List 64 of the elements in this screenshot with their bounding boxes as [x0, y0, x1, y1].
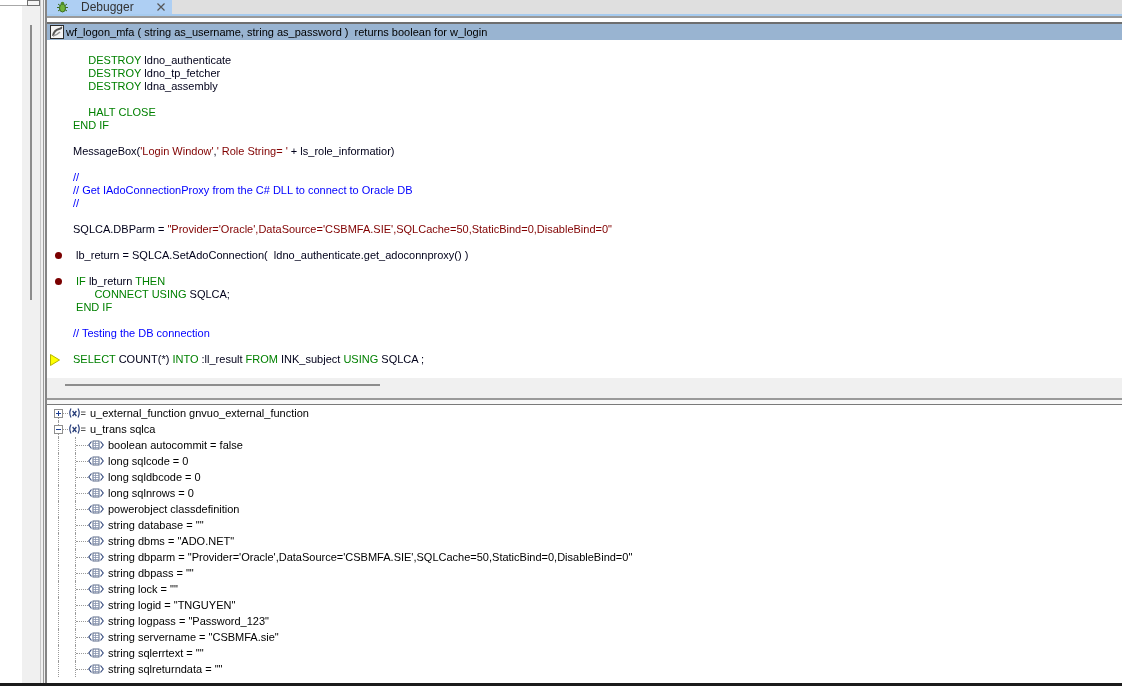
breakpoint-icon[interactable] — [55, 252, 62, 259]
tree-item[interactable]: boolean autocommit = false — [108, 437, 243, 453]
code-line: SQLCA.DBParm = "Provider='Oracle',DataSource='CSBMFA.SIE',SQLCache=50,StaticBind=0,DisableBind=0" — [73, 223, 612, 236]
collapse-toggle[interactable] — [54, 424, 63, 434]
tree-item[interactable]: string dbpass = "" — [108, 565, 194, 581]
brackets-grid-icon — [88, 568, 104, 578]
brackets-grid-icon — [88, 552, 104, 562]
tree-item[interactable]: string database = "" — [108, 517, 204, 533]
code-line: // Get IAdoConnectionProxy from the C# DLL to connect to Oracle DB — [73, 184, 413, 197]
pane-button[interactable] — [27, 0, 40, 6]
tab[interactable]: Debugger — [47, 0, 172, 14]
brackets-grid-icon — [88, 664, 104, 674]
tree-item[interactable]: long sqlnrows = 0 — [108, 485, 194, 501]
tree-item[interactable]: string logpass = "Password_123" — [108, 613, 269, 629]
code-line: // — [73, 171, 80, 184]
code-line: SELECT COUNT(*) INTO :ll_result FROM INK_subject USING SQLCA ; — [73, 353, 425, 366]
breakpoint-icon[interactable] — [55, 278, 62, 285]
brackets-grid-icon — [88, 600, 104, 610]
code-line: DESTROY ldno_authenticate — [88, 54, 232, 67]
code-line: END IF — [76, 301, 113, 314]
bug-icon — [56, 1, 69, 13]
tree-item[interactable]: string dbparm = "Provider='Oracle',DataSource='CSBMFA.SIE',SQLCache=50,StaticBind=0,DisableBind=0" — [108, 549, 633, 565]
code-line: DESTROY ldno_tp_fetcher — [88, 67, 221, 80]
brackets-grid-icon — [88, 648, 104, 658]
brackets-grid-icon — [88, 536, 104, 546]
brackets-grid-icon — [88, 616, 104, 626]
tree-item[interactable]: string servername = "CSBMFA.sie" — [108, 629, 279, 645]
tree-item[interactable]: powerobject classdefinition — [108, 501, 240, 517]
code-line: MessageBox('Login Window',' Role String= ' + ls_role_informatior) — [73, 145, 395, 158]
brackets-grid-icon — [88, 472, 104, 482]
brackets-grid-icon — [88, 488, 104, 498]
tree-item[interactable]: long sqlcode = 0 — [108, 453, 189, 469]
tree-item[interactable]: string sqlerrtext = "" — [108, 645, 204, 661]
tree-item[interactable]: string sqlreturndata = "" — [108, 661, 223, 677]
tree-item[interactable]: string dbms = "ADO.NET" — [108, 533, 235, 549]
code-line: CONNECT USING SQLCA; — [94, 288, 230, 301]
vertical-scrollbar[interactable] — [22, 6, 40, 683]
code-line: DESTROY ldna_assembly — [88, 80, 218, 93]
code-line: END IF — [73, 119, 110, 132]
tree-item[interactable]: u_trans sqlca — [90, 421, 156, 437]
brackets-grid-icon — [88, 456, 104, 466]
brackets-grid-icon — [88, 632, 104, 642]
code-line: lb_return = SQLCA.SetAdoConnection( ldno_authenticate.get_adoconnproxy() ) — [76, 249, 469, 262]
splitter[interactable] — [47, 398, 1122, 405]
expand-toggle[interactable] — [54, 408, 63, 418]
code-line: // — [73, 197, 80, 210]
tree-item[interactable]: long sqldbcode = 0 — [108, 469, 201, 485]
code-line: IF lb_return THEN — [76, 275, 166, 288]
brackets-grid-icon — [88, 584, 104, 594]
variable-icon — [68, 424, 86, 434]
code-line: HALT CLOSE — [88, 106, 156, 119]
tree-item[interactable]: string logid = "TNGUYEN" — [108, 597, 236, 613]
tree-item[interactable]: string lock = "" — [108, 581, 178, 597]
scrollbar-thumb[interactable] — [30, 25, 32, 300]
scrollbar-thumb[interactable] — [65, 384, 380, 386]
variable-icon — [68, 408, 86, 418]
brackets-grid-icon — [88, 520, 104, 530]
function-signature: wf_logon_mfa ( string as_username, string as_password ) returns boolean for w_login — [66, 24, 488, 40]
horizontal-scrollbar[interactable] — [47, 378, 1122, 398]
brackets-grid-icon — [88, 440, 104, 450]
close-icon[interactable] — [157, 3, 165, 11]
tree-item[interactable]: u_external_function gnvuo_external_function — [90, 405, 309, 421]
brackets-grid-icon — [88, 504, 104, 514]
code-line: // Testing the DB connection — [73, 327, 210, 340]
